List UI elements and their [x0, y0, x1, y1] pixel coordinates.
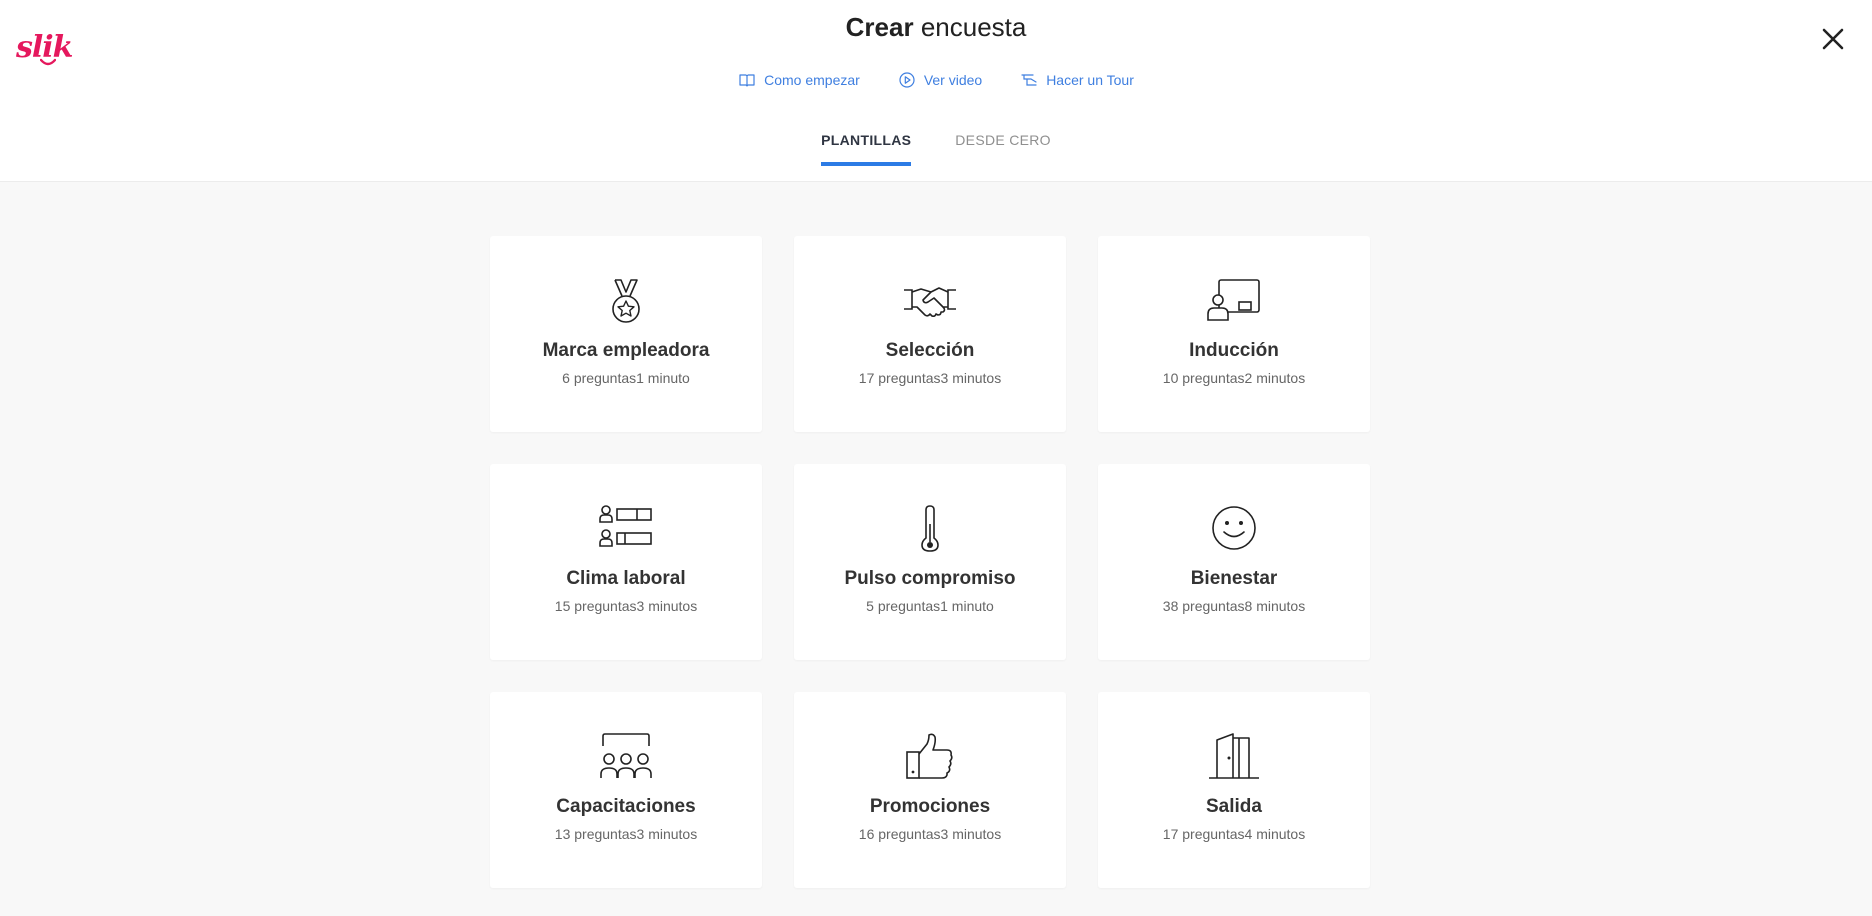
template-name: Promociones [869, 796, 991, 817]
template-meta: 17 preguntas4 minutos [1162, 826, 1306, 842]
template-meta: 38 preguntas8 minutos [1162, 598, 1306, 614]
ver-video-label: Ver video [923, 72, 983, 88]
template-meta: 6 preguntas1 minuto [562, 370, 690, 386]
templates-grid: Marca empleadora 6 preguntas1 minuto Sel… [490, 236, 1370, 888]
logo-smile-icon [40, 58, 56, 66]
template-name: Selección [885, 340, 975, 361]
top-bar: slik Crear encuesta Como empezar Ver vid… [0, 0, 1872, 182]
ver-video-link[interactable]: Ver video [898, 71, 982, 89]
template-meta: 13 preguntas3 minutos [554, 826, 698, 842]
template-meta: 5 preguntas1 minuto [866, 598, 994, 614]
close-icon[interactable] [1818, 24, 1848, 54]
thumbs-up-icon [901, 732, 959, 780]
como-empezar-label: Como empezar [764, 72, 860, 88]
template-card-marca-empleadora[interactable]: Marca empleadora 6 preguntas1 minuto [490, 236, 762, 432]
thermometer-icon [901, 504, 959, 552]
classroom-icon [597, 732, 655, 780]
people-bars-icon [597, 504, 655, 552]
tab-bar: PLANTILLAS DESDE CERO [0, 132, 1872, 166]
book-icon [739, 74, 755, 87]
template-card-salida[interactable]: Salida 17 preguntas4 minutos [1098, 692, 1370, 888]
template-card-induccion[interactable]: Inducción 10 preguntas2 minutos [1098, 236, 1370, 432]
template-name: Marca empleadora [542, 340, 710, 361]
title-bold: Crear [845, 12, 914, 42]
exit-door-icon [1205, 732, 1263, 780]
template-meta: 10 preguntas2 minutos [1162, 370, 1306, 386]
title-rest: encuesta [920, 12, 1027, 42]
page-title: Crear encuesta [0, 12, 1872, 43]
medal-icon [597, 276, 655, 324]
template-card-promociones[interactable]: Promociones 16 preguntas3 minutos [794, 692, 1066, 888]
template-card-capacitaciones[interactable]: Capacitaciones 13 preguntas3 minutos [490, 692, 762, 888]
template-name: Pulso compromiso [844, 568, 1016, 589]
template-meta: 17 preguntas3 minutos [858, 370, 1002, 386]
presenter-icon [1205, 276, 1263, 324]
template-name: Clima laboral [566, 568, 686, 589]
play-icon [899, 72, 915, 88]
tour-icon [1021, 74, 1037, 86]
template-card-bienestar[interactable]: Bienestar 38 preguntas8 minutos [1098, 464, 1370, 660]
smiley-icon [1205, 504, 1263, 552]
help-links: Como empezar Ver video Hacer un Tour [0, 71, 1872, 89]
template-card-seleccion[interactable]: Selección 17 preguntas3 minutos [794, 236, 1066, 432]
hacer-tour-label: Hacer un Tour [1046, 72, 1134, 88]
template-meta: 15 preguntas3 minutos [554, 598, 698, 614]
tab-plantillas[interactable]: PLANTILLAS [821, 132, 912, 166]
template-card-pulso-compromiso[interactable]: Pulso compromiso 5 preguntas1 minuto [794, 464, 1066, 660]
template-name: Bienestar [1190, 568, 1278, 589]
template-meta: 16 preguntas3 minutos [858, 826, 1002, 842]
template-card-clima-laboral[interactable]: Clima laboral 15 preguntas3 minutos [490, 464, 762, 660]
template-name: Salida [1206, 796, 1262, 817]
hacer-tour-link[interactable]: Hacer un Tour [1020, 71, 1134, 89]
como-empezar-link[interactable]: Como empezar [738, 71, 860, 89]
template-name: Inducción [1189, 340, 1279, 361]
tab-desde-cero[interactable]: DESDE CERO [955, 132, 1051, 165]
handshake-icon [901, 276, 959, 324]
template-name: Capacitaciones [556, 796, 696, 817]
